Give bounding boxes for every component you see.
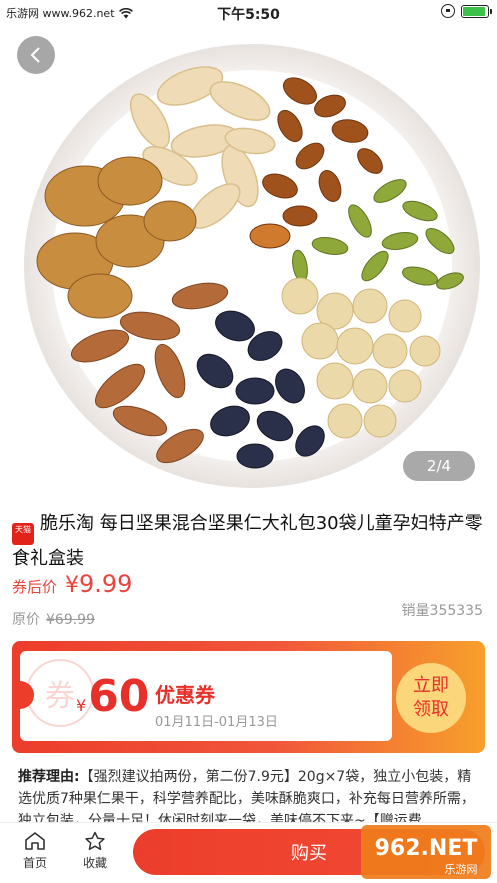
tmall-badge-icon: 天猫 — [12, 523, 34, 545]
coupon-body: 券 ¥ 60 优惠券 01月11日-01月13日 — [12, 651, 392, 741]
coupon-name: 优惠券 — [155, 683, 215, 707]
watermark-text: 962.NET — [375, 836, 478, 861]
back-button[interactable] — [17, 36, 55, 74]
price-currency: ¥ — [65, 573, 80, 598]
coupon-price: ¥9.99 — [65, 570, 132, 598]
recommendation-text: 推荐理由:【强烈建议拍两份，第二份7.9元】20g×7袋，独立小包装，精选优质7… — [18, 766, 480, 822]
chevron-left-icon — [30, 47, 40, 63]
price-row: 券后价 ¥9.99 — [12, 570, 132, 598]
product-image-gallery[interactable]: 2/4 — [0, 26, 497, 489]
coupon-date-range: 01月11日-01月13日 — [155, 715, 278, 730]
product-photo — [24, 44, 480, 488]
favorite-tab[interactable]: 收藏 — [70, 831, 120, 871]
star-icon — [85, 831, 105, 851]
status-time: 下午5:50 — [217, 7, 280, 23]
rotation-lock-icon — [441, 4, 455, 18]
status-bar: 乐游网 www.962.net 下午5:50 — [0, 0, 497, 26]
coupon-amount: 60 — [88, 671, 150, 722]
gallery-page-indicator: 2/4 — [403, 451, 475, 481]
home-icon — [25, 832, 45, 850]
favorite-label: 收藏 — [82, 856, 107, 870]
home-tab[interactable]: 首页 — [10, 831, 60, 871]
coupon-value: ¥ 60 — [76, 673, 149, 721]
coupon-price-label: 券后价 — [12, 578, 58, 596]
bottom-action-bar: 首页 收藏 购买 962.NET 乐游网 — [0, 822, 497, 883]
recommendation-label: 推荐理由: — [18, 769, 80, 785]
original-price-label: 原价 — [12, 612, 40, 628]
original-price-row: 原价 ¥69.99 — [12, 609, 95, 629]
recommendation-body: 【强烈建议拍两份，第二份7.9元】20g×7袋，独立小包装，精选优质7种果仁果干… — [18, 769, 475, 822]
original-price: ¥69.99 — [46, 612, 95, 628]
price-value: 9.99 — [79, 570, 133, 598]
site-watermark-logo: 962.NET 乐游网 — [361, 825, 491, 879]
status-icons — [441, 4, 492, 18]
home-label: 首页 — [22, 856, 47, 870]
coupon-card[interactable]: 券 ¥ 60 优惠券 01月11日-01月13日 立即领取 — [12, 641, 485, 753]
claim-label: 立即 领取 — [413, 674, 449, 722]
battery-icon — [461, 4, 492, 18]
buy-label: 购买 — [291, 843, 327, 864]
product-title: 天猫 脆乐淘 每日坚果混合坚果仁大礼包30袋儿童孕妇特产零食礼盒装 — [12, 510, 487, 573]
product-title-text: 脆乐淘 每日坚果混合坚果仁大礼包30袋儿童孕妇特产零食礼盒装 — [12, 513, 483, 569]
claim-line-1: 立即 — [413, 675, 449, 696]
claim-coupon-button[interactable]: 立即 领取 — [396, 663, 466, 733]
claim-line-2: 领取 — [413, 699, 449, 720]
battery-fill — [463, 6, 485, 16]
watermark-subtext: 乐游网 — [445, 863, 478, 876]
coupon-currency: ¥ — [76, 696, 87, 715]
sales-count: 销量355335 — [401, 603, 483, 619]
